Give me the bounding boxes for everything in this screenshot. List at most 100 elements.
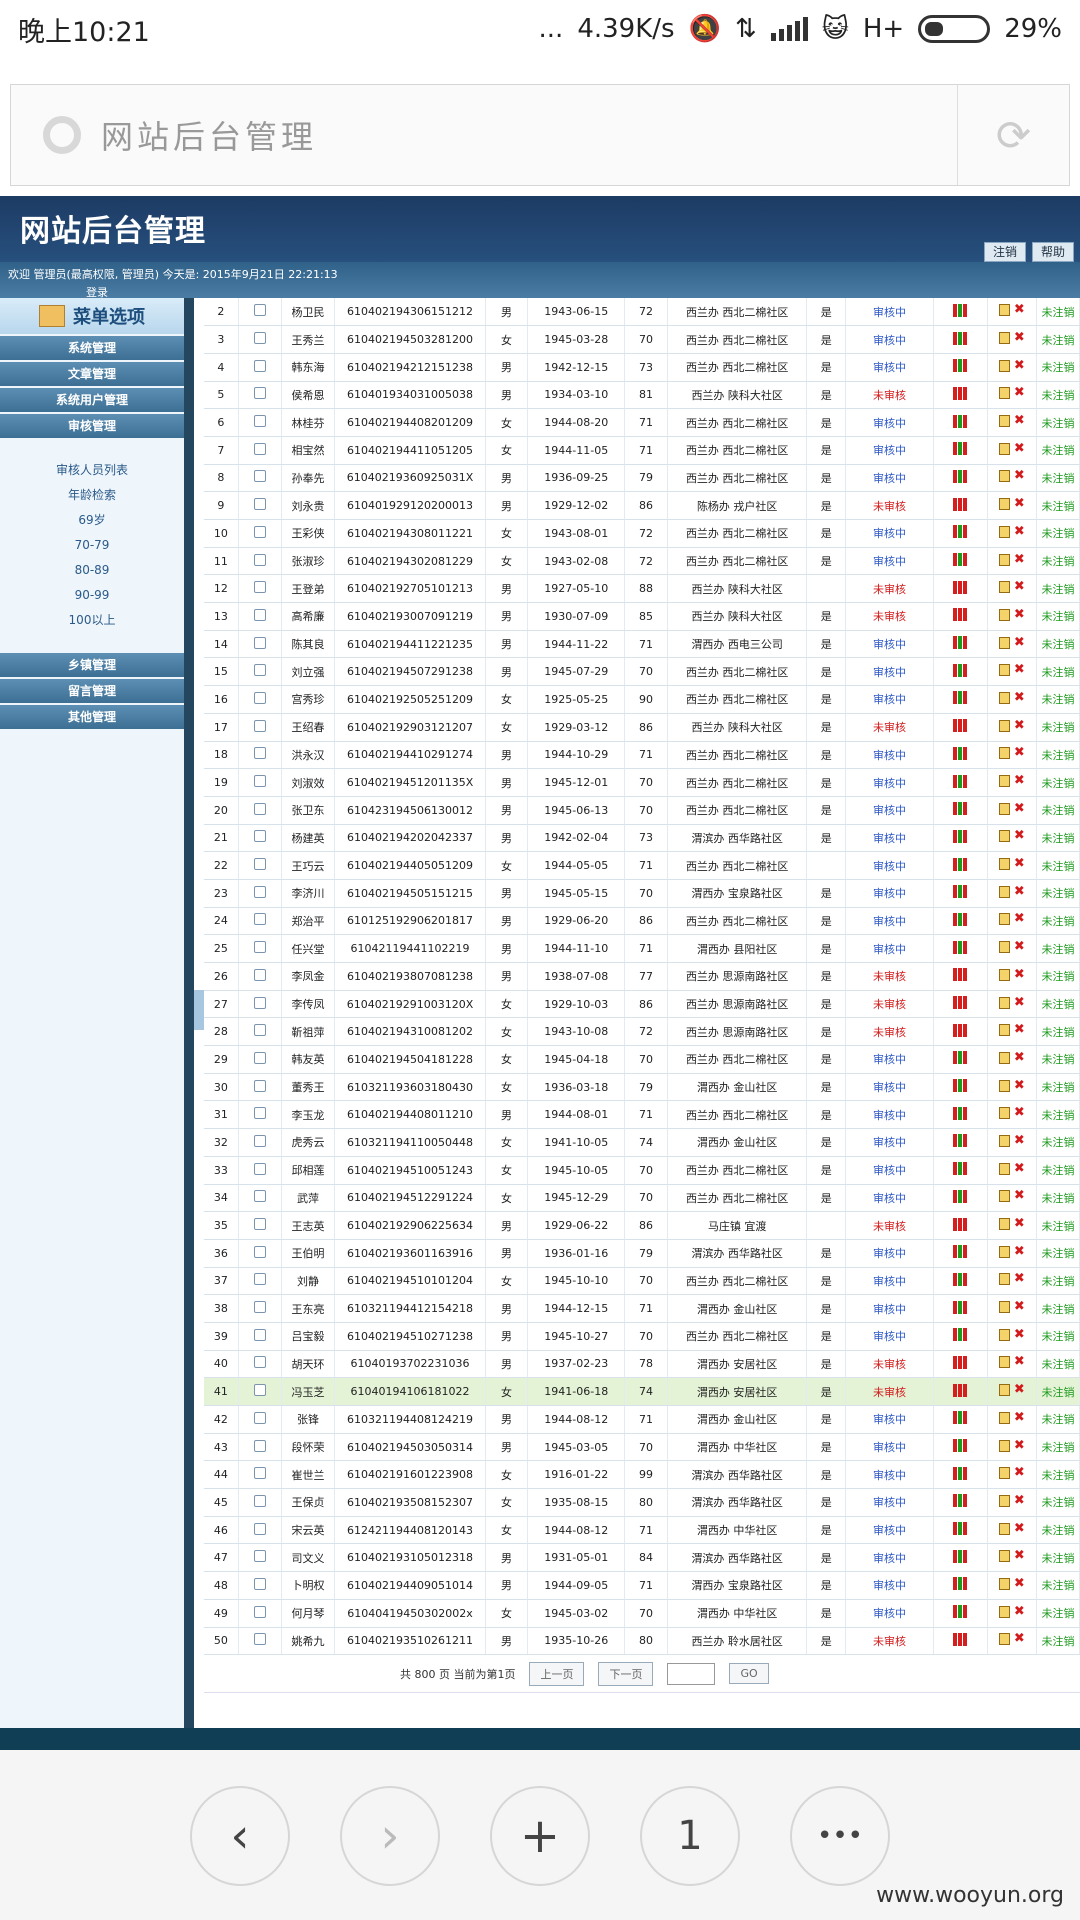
row-logout[interactable]: 未注销	[1036, 353, 1080, 382]
row-logout[interactable]: 未注销	[1036, 602, 1080, 631]
row-logout[interactable]: 未注销	[1036, 1267, 1080, 1296]
row-logout[interactable]: 未注销	[1036, 1045, 1080, 1074]
checkbox[interactable]	[253, 1467, 266, 1480]
delete-icon[interactable]: ✖	[1014, 829, 1025, 842]
edit-icon[interactable]	[998, 304, 1010, 317]
checkbox[interactable]	[253, 1079, 266, 1092]
edit-icon[interactable]	[998, 498, 1010, 511]
delete-icon[interactable]: ✖	[1014, 580, 1025, 593]
delete-icon[interactable]: ✖	[1014, 1494, 1025, 1507]
row-logout[interactable]: 未注销	[1036, 1488, 1080, 1517]
page-title[interactable]: 网站后台管理	[101, 112, 957, 158]
checkbox[interactable]	[253, 1384, 266, 1397]
edit-icon[interactable]	[998, 802, 1010, 815]
checkbox[interactable]	[253, 664, 266, 677]
checkbox[interactable]	[253, 442, 266, 455]
checkbox[interactable]	[253, 498, 266, 511]
edit-icon[interactable]	[998, 553, 1010, 566]
delete-icon[interactable]: ✖	[1014, 1300, 1025, 1313]
delete-icon[interactable]: ✖	[1014, 1106, 1025, 1119]
delete-icon[interactable]: ✖	[1014, 1023, 1025, 1036]
edit-icon[interactable]	[998, 1522, 1010, 1535]
edit-icon[interactable]	[998, 1467, 1010, 1480]
checkbox[interactable]	[253, 1051, 266, 1064]
row-logout[interactable]: 未注销	[1036, 1239, 1080, 1268]
delete-icon[interactable]: ✖	[1014, 1245, 1025, 1258]
edit-icon[interactable]	[998, 968, 1010, 981]
checkbox[interactable]	[253, 470, 266, 483]
edit-icon[interactable]	[998, 1107, 1010, 1120]
delete-icon[interactable]: ✖	[1014, 608, 1025, 621]
go-button[interactable]: GO	[729, 1663, 769, 1685]
checkbox[interactable]	[253, 581, 266, 594]
row-logout[interactable]: 未注销	[1036, 519, 1080, 548]
tabs-button[interactable]: 1	[640, 1786, 740, 1886]
checkbox[interactable]	[253, 1162, 266, 1175]
checkbox[interactable]	[253, 1301, 266, 1314]
row-logout[interactable]: 未注销	[1036, 1294, 1080, 1323]
row-logout[interactable]: 未注销	[1036, 1516, 1080, 1545]
delete-icon[interactable]: ✖	[1014, 414, 1025, 427]
row-logout[interactable]: 未注销	[1036, 1184, 1080, 1213]
back-button[interactable]: ‹	[190, 1786, 290, 1886]
delete-icon[interactable]: ✖	[1014, 719, 1025, 732]
row-logout[interactable]: 未注销	[1036, 962, 1080, 991]
delete-icon[interactable]: ✖	[1014, 1466, 1025, 1479]
help-button[interactable]: 帮助	[1032, 242, 1075, 262]
checkbox[interactable]	[253, 1605, 266, 1618]
edit-icon[interactable]	[998, 387, 1010, 400]
edit-icon[interactable]	[998, 1494, 1010, 1507]
delete-icon[interactable]: ✖	[1014, 1549, 1025, 1562]
checkbox[interactable]	[253, 1494, 266, 1507]
delete-icon[interactable]: ✖	[1014, 1632, 1025, 1645]
row-logout[interactable]: 未注销	[1036, 1211, 1080, 1240]
edit-icon[interactable]	[998, 1577, 1010, 1590]
edit-icon[interactable]	[998, 1134, 1010, 1147]
sidebar-item-other[interactable]: 其他管理	[0, 705, 184, 729]
delete-icon[interactable]: ✖	[1014, 968, 1025, 981]
sidebar-item-system-users[interactable]: 系统用户管理	[0, 388, 184, 412]
edit-icon[interactable]	[998, 1605, 1010, 1618]
row-logout[interactable]: 未注销	[1036, 796, 1080, 825]
checkbox[interactable]	[253, 968, 266, 981]
delete-icon[interactable]: ✖	[1014, 553, 1025, 566]
edit-icon[interactable]	[998, 1162, 1010, 1175]
reload-icon[interactable]: ⟳	[957, 85, 1069, 185]
checkbox[interactable]	[253, 996, 266, 1009]
delete-icon[interactable]: ✖	[1014, 442, 1025, 455]
row-logout[interactable]: 未注销	[1036, 1350, 1080, 1379]
checkbox[interactable]	[253, 553, 266, 566]
row-logout[interactable]: 未注销	[1036, 824, 1080, 853]
row-logout[interactable]: 未注销	[1036, 934, 1080, 963]
checkbox[interactable]	[253, 359, 266, 372]
checkbox[interactable]	[253, 1439, 266, 1452]
delete-icon[interactable]: ✖	[1014, 885, 1025, 898]
row-logout[interactable]: 未注销	[1036, 298, 1080, 327]
edit-icon[interactable]	[998, 691, 1010, 704]
checkbox[interactable]	[253, 1218, 266, 1231]
delete-icon[interactable]: ✖	[1014, 1411, 1025, 1424]
delete-icon[interactable]: ✖	[1014, 1522, 1025, 1535]
checkbox[interactable]	[253, 1411, 266, 1424]
row-logout[interactable]: 未注销	[1036, 1543, 1080, 1573]
checkbox[interactable]	[253, 1134, 266, 1147]
row-logout[interactable]: 未注销	[1036, 1571, 1080, 1600]
delete-icon[interactable]: ✖	[1014, 774, 1025, 787]
row-logout[interactable]: 未注销	[1036, 1100, 1080, 1130]
edit-icon[interactable]	[998, 1633, 1010, 1646]
checkbox[interactable]	[253, 1550, 266, 1563]
sidebar-toggle-handle[interactable]	[194, 990, 204, 1030]
delete-icon[interactable]: ✖	[1014, 1605, 1025, 1618]
delete-icon[interactable]: ✖	[1014, 1577, 1025, 1590]
checkbox[interactable]	[253, 415, 266, 428]
delete-icon[interactable]: ✖	[1014, 663, 1025, 676]
sidebar-item-articles[interactable]: 文章管理	[0, 362, 184, 386]
edit-icon[interactable]	[998, 608, 1010, 621]
row-logout[interactable]: 未注销	[1036, 1322, 1080, 1351]
delete-icon[interactable]: ✖	[1014, 636, 1025, 649]
checkbox[interactable]	[253, 1328, 266, 1341]
edit-icon[interactable]	[998, 1218, 1010, 1231]
edit-icon[interactable]	[998, 1356, 1010, 1369]
delete-icon[interactable]: ✖	[1014, 1189, 1025, 1202]
checkbox[interactable]	[253, 858, 266, 871]
